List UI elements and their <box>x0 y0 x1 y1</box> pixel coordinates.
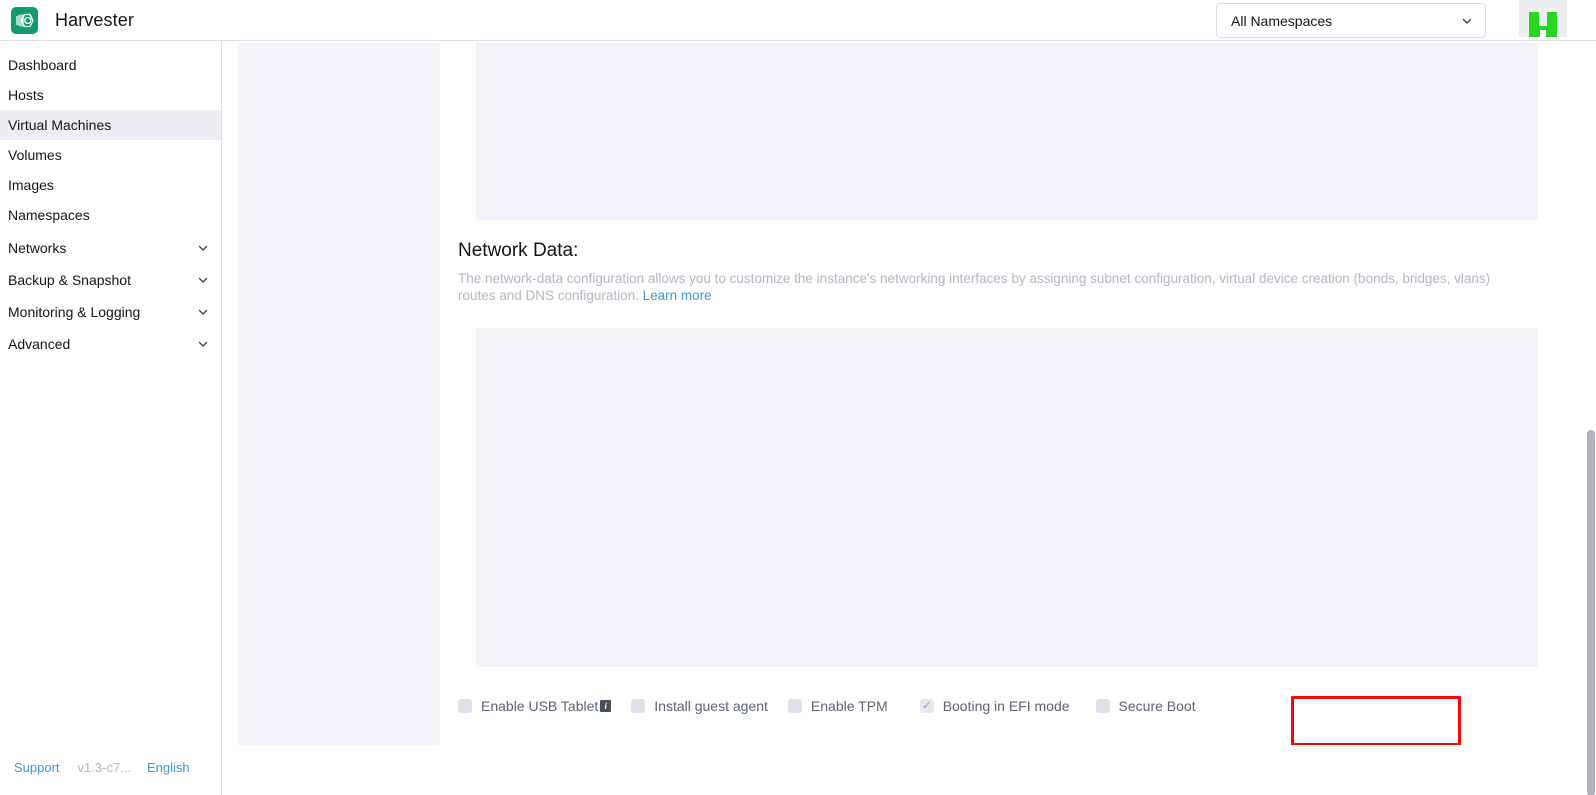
support-link[interactable]: Support <box>14 760 60 775</box>
chevron-down-icon <box>197 306 209 318</box>
sidebar-item-label: Dashboard <box>8 57 77 73</box>
chevron-down-icon <box>197 242 209 254</box>
check-icon: ✓ <box>922 699 932 712</box>
checkbox-enable-tpm[interactable]: Enable TPM <box>787 698 888 714</box>
backdrop-gutter <box>238 42 440 745</box>
language-link[interactable]: English <box>147 760 190 775</box>
sidebar-item-images[interactable]: Images <box>0 170 221 200</box>
vm-options-row: Enable USB Tablet i Install guest agent … <box>458 698 1196 714</box>
sidebar-item-label: Monitoring & Logging <box>8 304 141 320</box>
top-header: Harvester All Namespaces <box>0 0 1596 41</box>
sidebar-item-virtual-machines[interactable]: Virtual Machines <box>0 110 221 140</box>
sidebar-item-label: Images <box>8 177 54 193</box>
checkbox-enable-usb-tablet[interactable]: Enable USB Tablet i <box>458 698 612 714</box>
checkbox-box[interactable] <box>1095 699 1110 713</box>
info-icon[interactable]: i <box>600 700 612 712</box>
checkbox-box[interactable]: ✓ <box>919 699 934 713</box>
chevron-down-icon <box>197 274 209 286</box>
chevron-down-icon <box>197 338 209 350</box>
sidebar-item-label: Advanced <box>8 336 71 352</box>
sidebar-item-label: Backup & Snapshot <box>8 272 131 288</box>
vm-config-panel: Network Data: The network-data configura… <box>440 42 1571 745</box>
namespace-selector[interactable]: All Namespaces <box>1216 3 1486 38</box>
sidebar-item-advanced[interactable]: Advanced <box>0 329 221 359</box>
efi-mode-highlight-annotation <box>1291 696 1461 745</box>
checkbox-install-guest-agent[interactable]: Install guest agent <box>631 698 768 714</box>
sidebar: Dashboard Hosts Virtual Machines Volumes… <box>0 41 222 795</box>
sidebar-item-namespaces[interactable]: Namespaces <box>0 200 221 230</box>
checkbox-secure-boot[interactable]: Secure Boot <box>1095 698 1196 714</box>
checkbox-label: Install guest agent <box>654 698 768 714</box>
sidebar-item-volumes[interactable]: Volumes <box>0 140 221 170</box>
checkbox-box[interactable] <box>787 699 802 713</box>
product-name: Harvester <box>55 9 134 30</box>
page-scrollbar-thumb[interactable] <box>1587 430 1595 795</box>
sidebar-item-monitoring-logging[interactable]: Monitoring & Logging <box>0 297 221 327</box>
sidebar-footer: Support v1.3-c7... English <box>0 760 222 775</box>
harvester-logo-icon <box>11 6 38 34</box>
checkbox-box[interactable] <box>631 699 646 713</box>
sidebar-item-networks[interactable]: Networks <box>0 233 221 263</box>
sidebar-item-hosts[interactable]: Hosts <box>0 80 221 110</box>
sidebar-item-backup-snapshot[interactable]: Backup & Snapshot <box>0 265 221 295</box>
network-data-description: The network-data configuration allows yo… <box>458 270 1508 304</box>
checkbox-label: Secure Boot <box>1118 698 1196 714</box>
version-label: v1.3-c7... <box>77 760 132 775</box>
sidebar-item-label: Networks <box>8 240 67 256</box>
rancher-logo-icon <box>1519 0 1567 37</box>
brand[interactable]: Harvester <box>0 6 134 34</box>
learn-more-link[interactable]: Learn more <box>643 288 712 303</box>
sidebar-item-label: Volumes <box>8 147 62 163</box>
app-root: Harvester All Namespaces Dashboard Hosts <box>0 0 1596 795</box>
checkbox-box[interactable] <box>458 699 472 713</box>
cloud-config-editor[interactable] <box>476 42 1538 220</box>
network-data-description-text: The network-data configuration allows yo… <box>458 271 1491 303</box>
network-data-title: Network Data: <box>458 240 579 261</box>
checkbox-label: Booting in EFI mode <box>942 698 1070 714</box>
sidebar-item-label: Virtual Machines <box>8 117 112 133</box>
checkbox-label: Enable TPM <box>810 698 888 714</box>
checkbox-booting-in-efi-mode[interactable]: ✓ Booting in EFI mode <box>919 698 1070 714</box>
sidebar-item-label: Namespaces <box>8 207 90 223</box>
sidebar-item-label: Hosts <box>8 87 44 103</box>
network-data-editor[interactable] <box>476 328 1538 667</box>
checkbox-label: Enable USB Tablet <box>481 698 599 714</box>
namespace-selector-value: All Namespaces <box>1231 12 1333 29</box>
sidebar-item-dashboard[interactable]: Dashboard <box>0 50 221 80</box>
page-scrollbar-track[interactable] <box>1586 42 1596 795</box>
chevron-down-icon <box>1461 15 1473 27</box>
